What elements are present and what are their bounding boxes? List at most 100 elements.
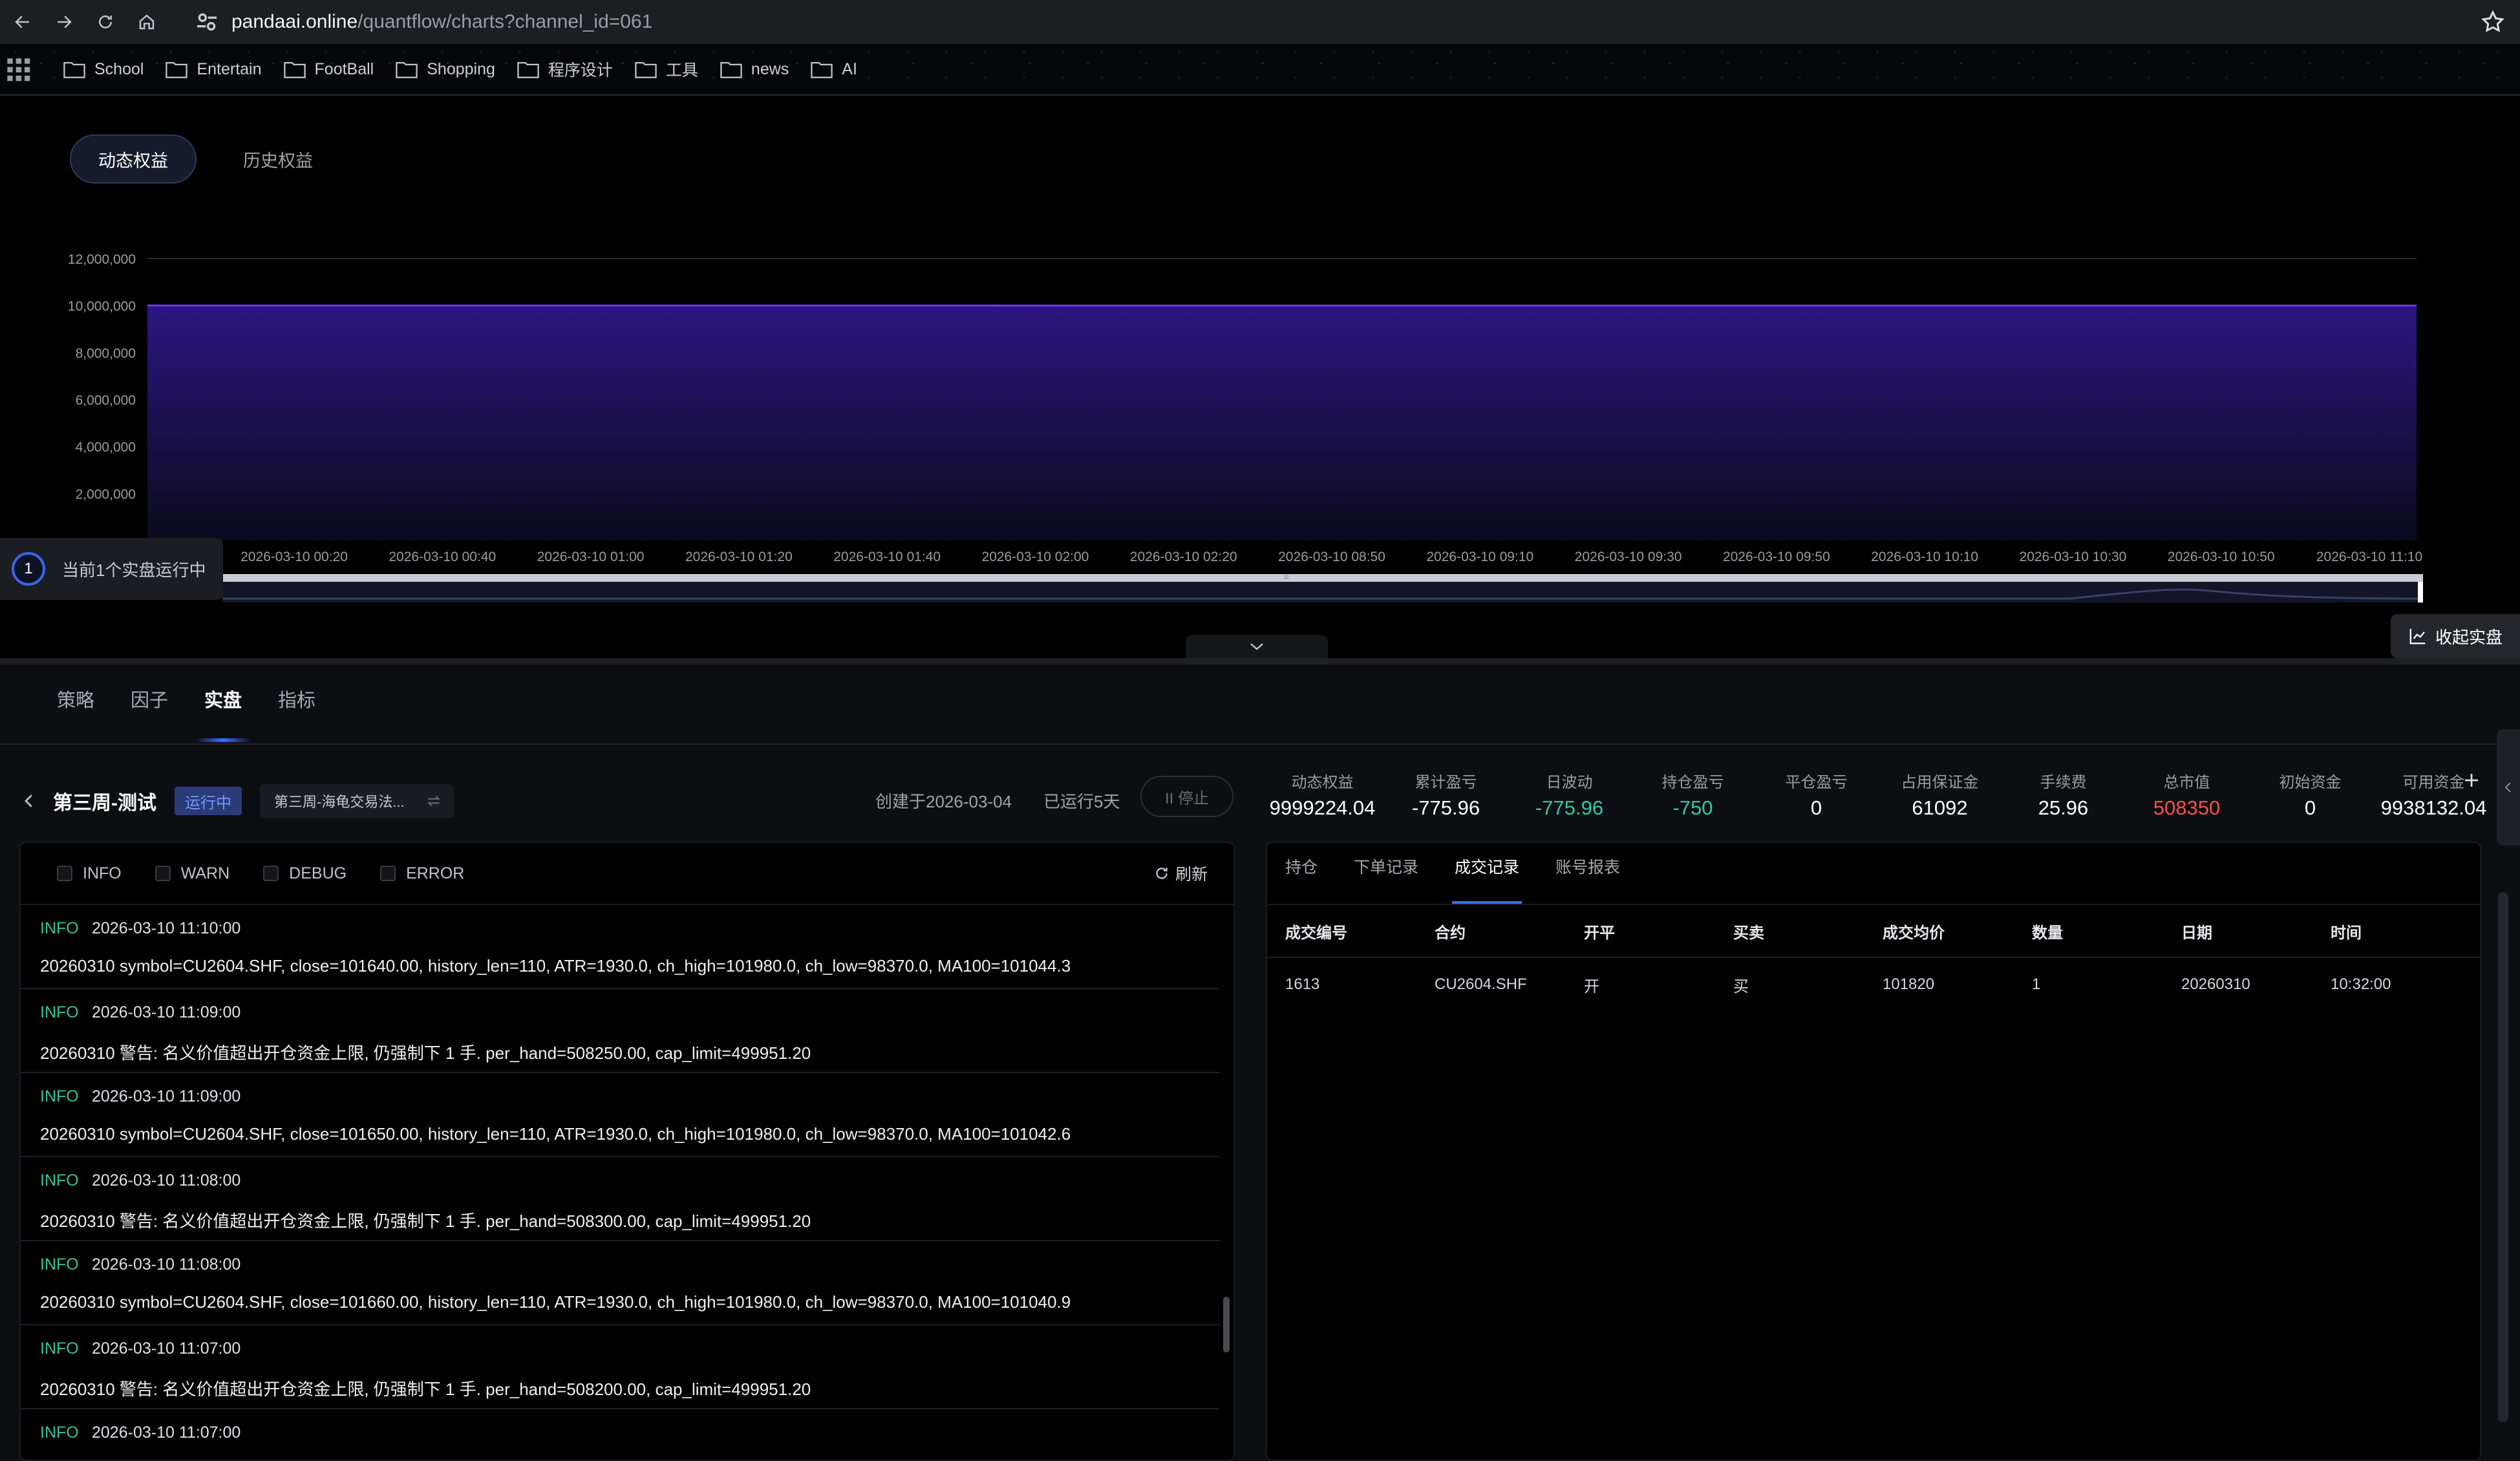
apps-grid-icon[interactable] [5,56,31,82]
log-entry: INFO 2026-03-10 11:09:00 20260310 警告: 名义价… [21,989,1219,1073]
bookmark-ai[interactable]: AI [811,59,857,79]
checkbox[interactable] [155,866,171,881]
x-tick-label: 2026-03-10 10:50 [2168,549,2275,564]
site-settings-icon[interactable] [194,9,220,35]
metric-value: 0 [2304,796,2316,819]
trade-table-body: 1613 CU2604.SHF 开 买 101820 1 20260310 10:32:00 [1267,958,2480,1011]
strategy-selector[interactable]: 第三周-海龟交易法... [260,784,454,818]
column-header[interactable]: 成交均价 [1883,920,2032,943]
tab-strategy[interactable]: 策略 [57,685,94,742]
metric-label: 占用保证金 [1901,774,1979,791]
checkbox[interactable] [57,866,72,881]
folder-icon [811,61,833,78]
column-header[interactable]: 日期 [2181,920,2331,943]
log-filters: INFO WARN DEBUG ERROR 刷新 [21,843,1233,905]
address-bar[interactable]: pandaai.online/quantflow/charts?channel_… [194,5,2457,39]
column-header[interactable]: 开平 [1584,920,1733,943]
checkbox[interactable] [380,866,396,881]
bookmark-news[interactable]: news [720,59,789,79]
table-row[interactable]: 1613 CU2604.SHF 开 买 101820 1 20260310 10:32:00 [1267,958,2480,1011]
folder-icon [635,61,657,78]
trade-tabs: 持仓 下单记录 成交记录 账号报表 [1267,843,2480,905]
log-list[interactable]: INFO 2026-03-10 11:10:00 20260310 symbol=… [21,905,1233,1460]
trade-tab[interactable]: 账号报表 [1555,855,1620,904]
stop-button[interactable]: II 停止 [1140,776,1233,817]
running-indicator[interactable]: 1 当前1个实盘运行中 [0,538,223,600]
running-count-badge: 1 [12,552,45,586]
bookmark-programming[interactable]: 程序设计 [517,58,613,81]
metric-value: 25.96 [2038,796,2089,819]
log-level: INFO [40,1171,79,1189]
metric-label: 初始资金 [2279,774,2342,791]
trade-tab[interactable]: 持仓 [1285,855,1318,904]
bookmark-star-icon[interactable] [2480,9,2506,35]
tab-live[interactable]: 实盘 [195,685,251,742]
folder-icon [283,61,306,78]
y-tick-label: 10,000,000 [68,299,136,314]
metric-label: 平仓盈亏 [1785,774,1848,791]
fold-live-button[interactable]: 收起实盘 [2391,614,2520,658]
table-cell: 10:32:00 [2331,976,2391,993]
back-button[interactable] [4,3,41,41]
collapse-chart-toggle[interactable] [1186,635,1328,658]
column-header[interactable]: 合约 [1435,920,1584,943]
reload-icon [99,15,112,28]
column-header[interactable]: 成交编号 [1285,920,1435,943]
bookmark-shopping[interactable]: Shopping [396,59,495,79]
metric-value: -775.96 [1411,796,1480,819]
tab-dynamic-equity[interactable]: 动态权益 [70,134,197,184]
bookmark-school[interactable]: School [63,59,144,79]
tab-history-equity[interactable]: 历史权益 [216,134,340,184]
log-entry: INFO 2026-03-10 11:09:00 20260310 symbol=… [21,1073,1219,1157]
checkbox[interactable] [263,866,279,881]
refresh-button[interactable]: 刷新 [1153,862,1208,885]
log-time: 2026-03-10 11:08:00 [92,1171,241,1189]
panel-divider[interactable] [0,658,2520,665]
filter-debug[interactable]: DEBUG [263,864,347,883]
page-scrollbar[interactable] [2498,892,2508,1422]
log-level: INFO [40,1087,79,1105]
column-header[interactable]: 时间 [2331,920,2480,943]
log-entry: INFO 2026-03-10 11:10:00 20260310 symbol=… [21,905,1219,989]
reload-button[interactable] [87,3,124,41]
filter-error[interactable]: ERROR [380,864,464,883]
trade-tab[interactable]: 成交记录 [1452,855,1522,904]
zoom-slider-selection[interactable] [222,574,2423,582]
log-message: 20260310 symbol=CU2604.SHF, close=101650… [40,1124,1071,1144]
metric-label: 持仓盈亏 [1661,774,1724,791]
folder-icon [166,61,188,78]
tab-indicator[interactable]: 指标 [278,685,315,742]
x-tick-label: 2026-03-10 10:10 [1871,549,1978,564]
trade-tab[interactable]: 下单记录 [1354,855,1418,904]
equity-chart: 12,000,000 10,000,000 8,000,000 6,000,000 4,… [68,252,2424,603]
log-scrollbar[interactable] [1223,1297,1230,1352]
metric-value: 9999224.04 [1269,796,1376,819]
equity-tabs: 动态权益 历史权益 [70,134,359,184]
home-button[interactable] [128,3,166,41]
bookmark-entertain[interactable]: Entertain [166,59,262,79]
chevron-left-icon[interactable] [19,791,39,811]
bookmark-tools[interactable]: 工具 [635,58,698,81]
table-cell: 1613 [1285,976,1320,993]
log-time: 2026-03-10 11:09:00 [92,1003,241,1021]
bookmark-football[interactable]: FootBall [283,59,374,79]
zoom-slider-grip[interactable]: ≡ [1284,571,1289,582]
x-tick-label: 2026-03-10 02:20 [1130,549,1237,564]
tab-factor[interactable]: 因子 [131,685,168,742]
column-header[interactable]: 数量 [2032,920,2181,943]
folder-icon [396,61,418,78]
metric-value: -750 [1672,796,1713,819]
table-cell: CU2604.SHF [1435,976,1527,993]
column-header[interactable]: 买卖 [1733,920,1883,943]
filter-warn[interactable]: WARN [155,864,230,883]
forward-button[interactable] [45,3,83,41]
filter-info[interactable]: INFO [57,864,122,883]
plus-icon[interactable] [2462,771,2481,790]
log-time: 2026-03-10 11:07:00 [92,1424,241,1442]
chevron-down-icon [1250,643,1263,650]
metric-item: 动态权益 9999224.04 [1261,769,1384,820]
metric-item: 日波动 -775.96 [1508,769,1631,820]
metric-item: 占用保证金 61092 [1878,769,2002,820]
zoom-slider-handle[interactable] [2418,582,2423,603]
side-panel-toggle[interactable] [2497,729,2520,846]
